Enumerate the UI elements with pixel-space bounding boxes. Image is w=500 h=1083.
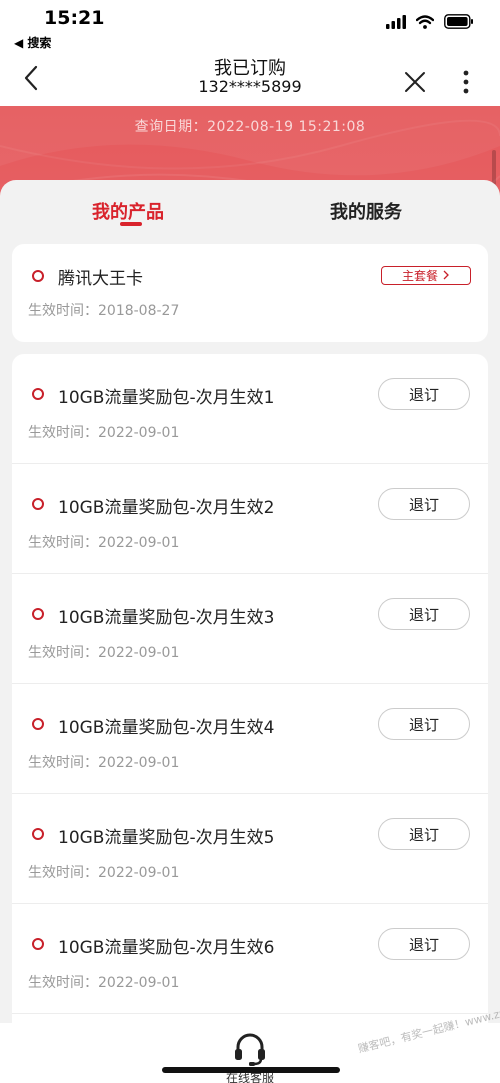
unsubscribe-button[interactable]: 退订 [378,598,470,630]
product-row: 10GB流量奖励包-次月生效2 退订 生效时间：2022-09-01 [12,464,488,574]
unsubscribe-button[interactable]: 退订 [378,818,470,850]
unsubscribe-button[interactable]: 退订 [378,708,470,740]
package-name: 腾讯大王卡 [58,269,143,289]
bullet-icon [32,270,44,282]
bullet-icon [32,498,44,510]
product-row: 10GB流量奖励包-次月生效1 退订 生效时间：2022-09-01 [12,354,488,464]
badge-label: 主套餐 [401,269,438,283]
product-row: 10GB流量奖励包-次月生效6 退订 生效时间：2022-09-01 [12,904,488,1014]
main-package-badge[interactable]: 主套餐 [381,266,471,285]
effective-date: 生效时间：2022-09-01 [28,645,180,661]
effective-date: 生效时间：2022-09-01 [28,425,180,441]
product-name: 10GB流量奖励包-次月生效1 [58,388,275,408]
product-row: 10GB流量奖励包-次月生效4 退订 生效时间：2022-09-01 [12,684,488,794]
product-name: 10GB流量奖励包-次月生效3 [58,608,275,628]
tab-bar: 我的产品 我的服务 [0,180,500,236]
tab-my-products[interactable]: 我的产品 [92,198,164,224]
tab-active-indicator [120,222,142,226]
tab-my-services[interactable]: 我的服务 [330,198,402,224]
product-name: 10GB流量奖励包-次月生效2 [58,498,275,518]
main-content: 我的产品 我的服务 腾讯大王卡 主套餐 生效时间：2018-08-27 10GB… [0,180,500,1083]
subscription-page: 15:21 ◀ 搜索 我已订购 132****5899 查询日期：2022-08… [0,0,500,1083]
unsubscribe-button[interactable]: 退订 [378,378,470,410]
system-icons [386,14,474,33]
product-name: 10GB流量奖励包-次月生效4 [58,718,275,738]
battery-icon [444,14,474,33]
bullet-icon [32,608,44,620]
headset-icon[interactable] [232,1031,268,1067]
divider [12,1013,488,1014]
close-icon[interactable] [403,70,427,94]
effective-date: 生效时间：2022-09-01 [28,535,180,551]
nav-bar: 我已订购 132****5899 [0,50,500,106]
product-list-card: 10GB流量奖励包-次月生效1 退订 生效时间：2022-09-01 10GB流… [12,354,488,1083]
product-name: 10GB流量奖励包-次月生效5 [58,828,275,848]
bullet-icon [32,718,44,730]
main-package-card: 腾讯大王卡 主套餐 生效时间：2018-08-27 [12,244,488,342]
effective-date: 生效时间：2018-08-27 [28,303,180,319]
home-indicator[interactable] [162,1067,340,1073]
bullet-icon [32,828,44,840]
list-item: 腾讯大王卡 主套餐 生效时间：2018-08-27 [12,244,488,342]
back-to-search-link[interactable]: ◀ 搜索 [14,34,51,51]
bullet-icon [32,388,44,400]
effective-date: 生效时间：2022-09-01 [28,975,180,991]
wifi-icon [415,14,435,33]
more-icon[interactable] [456,68,476,96]
unsubscribe-button[interactable]: 退订 [378,928,470,960]
effective-date: 生效时间：2022-09-01 [28,865,180,881]
chevron-right-icon [442,269,450,283]
effective-date: 生效时间：2022-09-01 [28,755,180,771]
product-name: 10GB流量奖励包-次月生效6 [58,938,275,958]
bullet-icon [32,938,44,950]
product-row: 10GB流量奖励包-次月生效3 退订 生效时间：2022-09-01 [12,574,488,684]
product-row: 10GB流量奖励包-次月生效5 退订 生效时间：2022-09-01 [12,794,488,904]
status-time: 15:21 [44,7,105,29]
query-date: 查询日期：2022-08-19 15:21:08 [134,119,366,135]
signal-icon [386,14,406,33]
unsubscribe-button[interactable]: 退订 [378,488,470,520]
status-bar: 15:21 ◀ 搜索 [0,0,500,50]
